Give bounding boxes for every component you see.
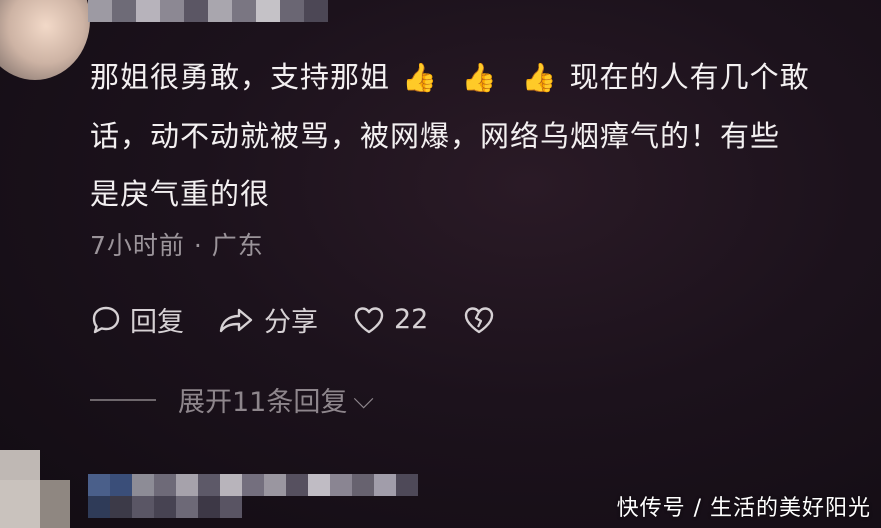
expand-replies-button[interactable]: 展开11条回复 ⌵ (90, 380, 374, 419)
dislike-button[interactable] (462, 304, 504, 336)
avatar[interactable] (0, 0, 90, 80)
like-button[interactable]: 22 (352, 304, 428, 336)
expand-replies-label: 展开11条回复 (178, 387, 348, 418)
comment-line-2: 话，动不动就被骂，被网爆，网络乌烟瘴气的！有些 (90, 119, 781, 153)
heart-icon (354, 306, 384, 333)
broken-heart-icon (465, 306, 494, 333)
thumbs-up-icon: 👍 (461, 61, 498, 94)
comment-time: 7小时前 (90, 231, 185, 260)
thumbs-up-icon: 👍 (402, 61, 438, 94)
censored-avatar-bottom (0, 450, 40, 480)
comment-actions: 回复 分享 22 (90, 300, 538, 339)
comment-text: 那姐很勇敢，支持那姐 👍 👍 👍 现在的人有几个敢 话，动不动就被骂，被网爆，网络乌烟瘴… (90, 48, 881, 223)
comment-location: 广东 (211, 231, 264, 260)
censored-avatar-bottom-2 (0, 480, 70, 528)
thumbs-up-icon: 👍 (521, 61, 558, 94)
comment-line-1: 那姐很勇敢，支持那姐 👍 👍 👍 现在的人有几个敢 (90, 48, 881, 107)
reply-button[interactable]: 回复 (90, 300, 184, 339)
like-count: 22 (394, 304, 429, 335)
comment-line-3: 是戾气重的很 (90, 177, 271, 211)
comment-meta: 7小时前 · 广东 (90, 226, 264, 262)
share-arrow-icon (219, 308, 253, 332)
share-button[interactable]: 分享 (218, 300, 318, 339)
watermark: 快传号 / 生活的美好阳光 (616, 496, 871, 521)
divider-line (90, 398, 156, 401)
censored-username (88, 0, 328, 22)
censored-username-bottom-2 (88, 496, 242, 518)
share-label: 分享 (264, 307, 318, 338)
meta-separator: · (193, 231, 203, 260)
reply-label: 回复 (130, 307, 184, 338)
chevron-down-icon: ⌵ (353, 383, 374, 415)
censored-username-bottom (88, 474, 418, 496)
comment-bubble-icon (92, 306, 120, 333)
